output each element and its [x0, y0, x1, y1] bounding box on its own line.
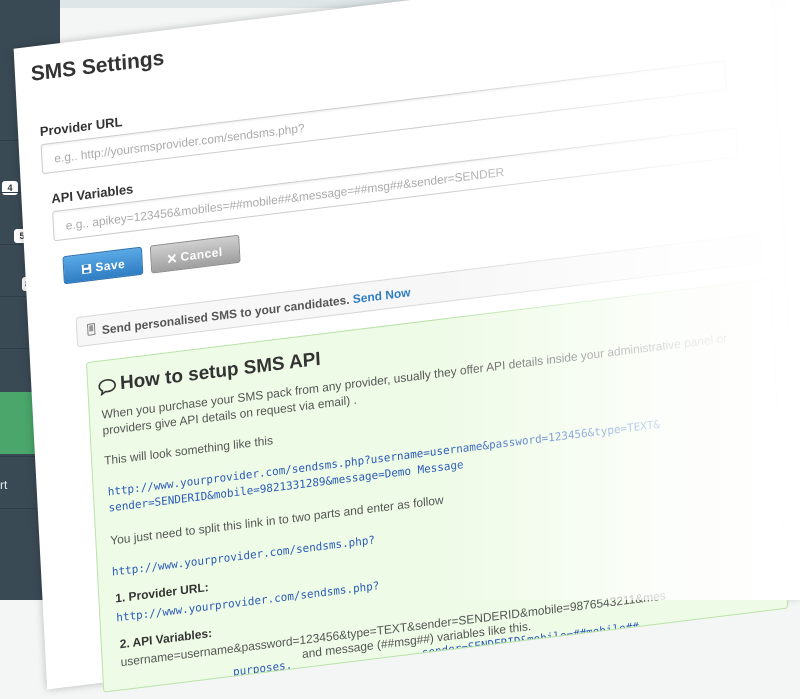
page-title: SMS Settings	[30, 46, 165, 86]
step2-tail: purposes.	[232, 658, 293, 679]
close-icon	[167, 250, 180, 266]
mobile-phone-icon	[87, 323, 99, 338]
save-button-label: Save	[95, 256, 126, 275]
howto-box: How to setup SMS API When you purchase y…	[85, 278, 789, 693]
speech-bubble-icon	[98, 378, 117, 401]
look-like-text: This will look something like this	[103, 433, 274, 468]
send-now-link[interactable]: Send Now	[352, 285, 410, 306]
cancel-button[interactable]: Cancel	[149, 234, 241, 274]
save-button[interactable]: Save	[62, 246, 144, 285]
api-variables-placeholder: e.g.. apikey=123456&mobiles=##mobile##&m…	[65, 164, 505, 233]
cancel-button-label: Cancel	[180, 244, 224, 264]
notice-text: Send personalised SMS to your candidates…	[101, 292, 350, 338]
sms-settings-panel: SMS Settings Provider URL e.g.. http://y…	[13, 0, 800, 693]
example-url-line-1: http://www.yourprovider.com/sendsms.php?…	[107, 417, 661, 499]
floppy-disk-icon	[80, 260, 95, 276]
settings-stage: SMS Settings Provider URL e.g.. http://y…	[0, 0, 800, 693]
